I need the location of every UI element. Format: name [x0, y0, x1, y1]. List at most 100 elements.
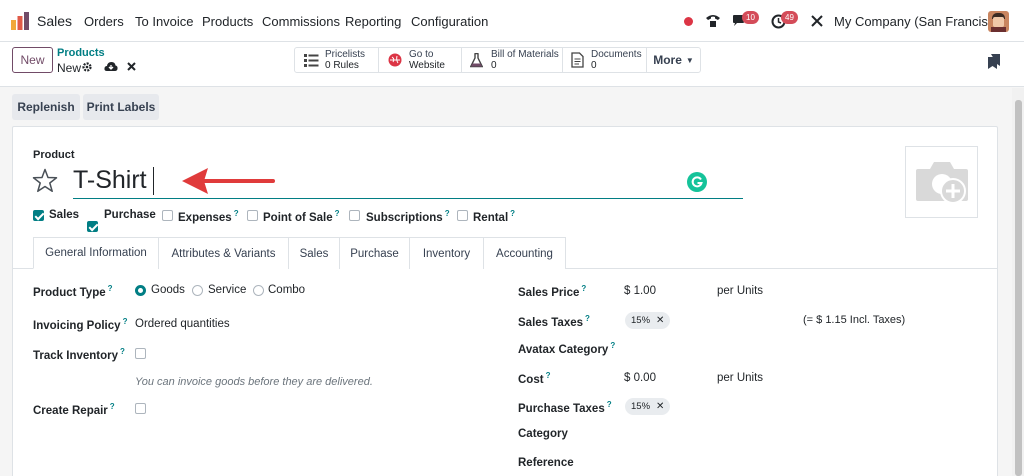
avatax-category-label: Avatax Category?	[518, 341, 616, 356]
menu-configuration[interactable]: Configuration	[411, 14, 488, 29]
expenses-checkbox[interactable]	[162, 210, 173, 221]
more-label: More	[653, 52, 682, 67]
help-tooltip-icon[interactable]: ?	[123, 317, 128, 326]
new-button[interactable]: New	[12, 47, 53, 73]
product-image-upload[interactable]	[905, 146, 978, 218]
smart-button-documents[interactable]: Documents 0	[562, 47, 647, 73]
smart-pricelists-title: Pricelists	[325, 49, 366, 60]
company-switcher[interactable]: My Company (San Francisco)	[834, 14, 1006, 29]
smart-button-pricelists[interactable]: Pricelists 0 Rules	[294, 47, 379, 73]
menu-to-invoice[interactable]: To Invoice	[135, 14, 194, 29]
product-label: Product	[33, 149, 75, 161]
print-labels-button[interactable]: Print Labels	[83, 94, 159, 120]
help-tooltip-icon[interactable]: ?	[607, 400, 612, 409]
smart-documents-title: Documents	[591, 49, 642, 60]
help-tooltip-icon[interactable]: ?	[510, 209, 515, 218]
remove-tag-icon[interactable]: ✕	[656, 401, 664, 412]
sales-checkbox[interactable]	[33, 210, 44, 221]
product-type-label: Product Type?	[33, 284, 113, 299]
tab-accounting[interactable]: Accounting	[483, 237, 566, 269]
top-navbar: Sales Orders To Invoice Products Commiss…	[0, 0, 1024, 42]
track-inventory-label: Track Inventory?	[33, 347, 125, 362]
sales-price-input[interactable]: $ 1.00	[624, 285, 656, 297]
help-tooltip-icon[interactable]: ?	[110, 402, 115, 411]
tab-purchase[interactable]: Purchase	[339, 237, 410, 269]
sales-tax-tag[interactable]: 15% ✕	[625, 312, 671, 329]
sales-taxes-incl: (= $ 1.15 Incl. Taxes)	[803, 314, 906, 326]
invoicing-policy-label: Invoicing Policy?	[33, 317, 128, 332]
smart-website-value: Website	[409, 60, 445, 71]
activities-badge: 49	[781, 11, 798, 24]
smart-website-title: Go to	[409, 49, 434, 60]
caret-down-icon: ▼	[685, 55, 694, 65]
cost-label: Cost?	[518, 371, 551, 386]
replenish-button[interactable]: Replenish	[12, 94, 80, 120]
tab-attributes-variants[interactable]: Attributes & Variants	[158, 237, 289, 269]
rental-checkbox[interactable]	[457, 210, 468, 221]
tools-icon[interactable]	[810, 14, 824, 28]
recording-dot-icon[interactable]	[684, 17, 693, 26]
help-tooltip-icon[interactable]: ?	[546, 371, 551, 380]
point-of-sale-checkbox[interactable]	[247, 210, 258, 221]
remove-tag-icon[interactable]: ✕	[656, 315, 664, 326]
tab-sales[interactable]: Sales	[288, 237, 340, 269]
menu-reporting[interactable]: Reporting	[345, 14, 401, 29]
point-of-sale-checkbox-label: Point of Sale?	[263, 209, 340, 224]
discard-close-icon[interactable]	[127, 62, 136, 71]
help-tooltip-icon[interactable]: ?	[610, 341, 615, 350]
smart-button-bom[interactable]: Bill of Materials 0	[461, 47, 563, 73]
sales-price-label: Sales Price?	[518, 284, 587, 299]
record-title: New	[57, 61, 82, 75]
radio-goods[interactable]	[135, 285, 146, 296]
category-label: Category	[518, 428, 568, 440]
radio-combo-label: Combo	[268, 284, 306, 296]
product-name-value: T-Shirt	[73, 166, 147, 194]
help-tooltip-icon[interactable]: ?	[585, 314, 590, 323]
user-avatar[interactable]	[988, 11, 1009, 32]
rental-checkbox-label: Rental?	[473, 209, 516, 224]
subscriptions-checkbox[interactable]	[349, 210, 360, 221]
radio-service-label: Service	[208, 284, 247, 296]
document-icon	[571, 52, 584, 68]
smart-button-website[interactable]: Go to Website	[378, 47, 462, 73]
sales-checkbox-label: Sales	[49, 209, 80, 221]
tab-inventory[interactable]: Inventory	[409, 237, 484, 269]
reference-label: Reference	[518, 457, 574, 469]
smart-bom-value: 0	[491, 60, 497, 71]
invoice-hint: You can invoice goods before they are de…	[135, 376, 373, 388]
subscriptions-checkbox-label: Subscriptions?	[366, 209, 450, 224]
purchase-checkbox[interactable]	[87, 221, 98, 232]
tab-general-information[interactable]: General Information	[33, 237, 159, 269]
help-tooltip-icon[interactable]: ?	[234, 209, 239, 218]
purchase-tax-tag[interactable]: 15% ✕	[625, 398, 671, 415]
menu-products[interactable]: Products	[202, 14, 253, 29]
menu-orders[interactable]: Orders	[84, 14, 124, 29]
create-repair-checkbox[interactable]	[135, 403, 146, 414]
invoicing-policy-select[interactable]: Ordered quantities	[135, 318, 230, 330]
radio-service[interactable]	[192, 285, 203, 296]
radio-combo[interactable]	[253, 285, 264, 296]
flask-icon	[470, 52, 483, 67]
more-dropdown[interactable]: More ▼	[646, 47, 701, 73]
scrollbar-track[interactable]	[1012, 88, 1024, 476]
app-name[interactable]: Sales	[37, 13, 72, 29]
track-inventory-checkbox[interactable]	[135, 348, 146, 359]
star-icon[interactable]	[32, 168, 58, 193]
help-tooltip-icon[interactable]: ?	[445, 209, 450, 218]
cost-unit: per Units	[717, 372, 764, 384]
help-tooltip-icon[interactable]: ?	[581, 284, 586, 293]
phone-icon[interactable]	[705, 13, 721, 29]
breadcrumb-products[interactable]: Products	[57, 47, 105, 59]
cost-input[interactable]: $ 0.00	[624, 372, 656, 384]
gear-icon[interactable]	[82, 62, 92, 72]
help-tooltip-icon[interactable]: ?	[335, 209, 340, 218]
scrollbar-thumb[interactable]	[1015, 100, 1022, 476]
menu-commissions[interactable]: Commissions	[262, 14, 340, 29]
bookmark-icon[interactable]	[988, 54, 1001, 69]
purchase-tax-tag-label: 15%	[631, 401, 651, 412]
grammarly-icon[interactable]	[687, 172, 707, 192]
help-tooltip-icon[interactable]: ?	[120, 347, 125, 356]
sales-app-icon[interactable]	[11, 12, 29, 30]
help-tooltip-icon[interactable]: ?	[108, 284, 113, 293]
save-cloud-icon[interactable]	[104, 61, 118, 72]
